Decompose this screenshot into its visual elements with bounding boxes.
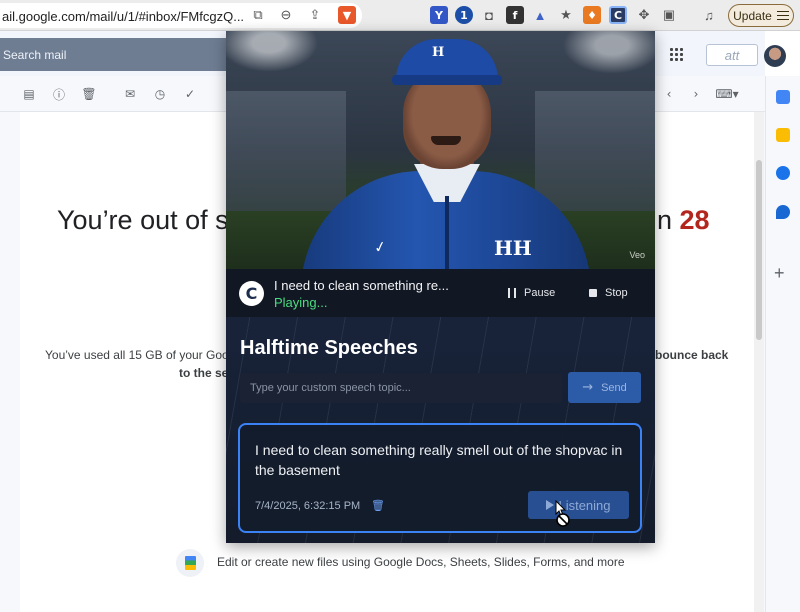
snooze-icon[interactable]: ◷ bbox=[153, 87, 167, 101]
stadium-stand-left bbox=[226, 91, 346, 211]
extension-star-icon[interactable]: ★ bbox=[557, 6, 575, 24]
cap-logo: H bbox=[432, 45, 445, 60]
playback-status: Playing... bbox=[274, 295, 328, 310]
storage-body-right: bounce back bbox=[655, 348, 729, 362]
play-icon bbox=[546, 500, 555, 510]
stop-button[interactable]: Stop bbox=[589, 283, 628, 303]
extension-v-icon[interactable]: Y bbox=[430, 6, 448, 24]
listen-button[interactable]: Listening bbox=[528, 491, 629, 519]
brave-shield-icon[interactable]: ▼ bbox=[338, 6, 356, 24]
delete-icon[interactable]: 🗑 bbox=[81, 87, 96, 101]
now-playing-bar: C I need to clean something re... Playin… bbox=[226, 269, 655, 317]
send-button[interactable]: → Send bbox=[568, 372, 641, 403]
zoom-out-icon[interactable]: ⊖ bbox=[277, 6, 295, 24]
extensions-puzzle-icon[interactable]: ✥ bbox=[635, 6, 653, 24]
app-logo-icon: C bbox=[239, 281, 264, 306]
update-button[interactable]: Update bbox=[728, 4, 794, 27]
stop-icon bbox=[589, 289, 597, 297]
browser-toolbar: ail.google.com/mail/u/1/#inbox/FMfcgzQ..… bbox=[0, 0, 800, 31]
report-spam-icon[interactable]: ⓘ bbox=[52, 87, 66, 102]
video-player[interactable]: H HH ✓ Veo bbox=[226, 31, 655, 269]
add-addon-icon[interactable]: + bbox=[774, 263, 785, 284]
archive-icon[interactable]: ▤ bbox=[22, 87, 36, 101]
arrow-right-icon: → bbox=[582, 380, 594, 395]
jacket-logo: HH bbox=[494, 236, 532, 260]
video-watermark: Veo bbox=[629, 250, 645, 260]
next-icon[interactable]: › bbox=[689, 87, 703, 101]
calendar-icon[interactable] bbox=[776, 90, 790, 104]
storage-days: 28 bbox=[679, 205, 710, 235]
share-icon[interactable]: ⇪ bbox=[306, 6, 324, 24]
tasks-icon[interactable] bbox=[776, 166, 790, 180]
page-title: Halftime Speeches bbox=[240, 337, 418, 359]
camera-icon[interactable]: ◘ bbox=[480, 6, 498, 24]
storage-body-left-line2: to the se bbox=[179, 366, 229, 380]
speech-timestamp: 7/4/2025, 6:32:15 PM bbox=[255, 500, 361, 512]
speech-history-item[interactable]: I need to clean something really smell o… bbox=[238, 423, 642, 533]
docs-promo-text: Edit or create new files using Google Do… bbox=[217, 555, 625, 569]
pause-label: Pause bbox=[524, 287, 556, 299]
reader-icon[interactable]: ▣ bbox=[660, 6, 678, 24]
coach-mouth bbox=[431, 136, 461, 145]
scrollbar-thumb[interactable] bbox=[756, 160, 762, 340]
extension-fire-icon[interactable]: ♦ bbox=[583, 6, 601, 24]
send-label: Send bbox=[601, 381, 627, 394]
keep-icon[interactable] bbox=[776, 128, 790, 142]
google-apps-icon[interactable] bbox=[670, 48, 684, 62]
halftime-speeches-popup: H HH ✓ Veo C I need to clean something r… bbox=[226, 31, 655, 543]
speech-topic-input[interactable] bbox=[240, 373, 562, 403]
stadium-stand-right bbox=[535, 91, 655, 211]
open-external-icon[interactable]: ⧉ bbox=[249, 6, 267, 24]
speech-composer: Halftime Speeches → Send I need to clean… bbox=[226, 317, 655, 543]
storage-title-prefix: n bbox=[657, 205, 680, 235]
media-control-icon[interactable]: ♫ bbox=[700, 6, 718, 24]
account-logo-text: att bbox=[724, 47, 740, 63]
search-placeholder: Search mail bbox=[3, 48, 67, 62]
pause-icon bbox=[508, 288, 516, 298]
not-allowed-cursor-icon bbox=[555, 500, 570, 527]
storage-body-left: You’ve used all 15 GB of your Google bbox=[45, 348, 245, 362]
extension-fx-icon[interactable]: f bbox=[506, 6, 524, 24]
add-task-icon[interactable]: ✓ bbox=[183, 87, 197, 101]
storage-title-right: n 28 bbox=[657, 205, 710, 236]
extension-c-icon[interactable]: C bbox=[609, 6, 627, 24]
trash-icon[interactable]: 🗑 bbox=[371, 499, 385, 512]
account-logo: att bbox=[706, 44, 758, 66]
coach-zipper bbox=[445, 196, 449, 269]
update-label: Update bbox=[733, 8, 772, 23]
extension-password-icon[interactable]: 1 bbox=[455, 6, 473, 24]
stop-label: Stop bbox=[605, 287, 628, 299]
google-docs-icon bbox=[176, 549, 204, 577]
mark-unread-icon[interactable]: ✉ bbox=[123, 87, 137, 101]
menu-icon bbox=[776, 11, 789, 20]
speech-text: I need to clean something really smell o… bbox=[255, 442, 623, 478]
pause-button[interactable]: Pause bbox=[508, 283, 555, 303]
avatar[interactable] bbox=[764, 45, 786, 67]
prev-icon[interactable]: ‹ bbox=[662, 87, 676, 101]
contacts-icon[interactable] bbox=[776, 205, 790, 219]
coach-cap-brim bbox=[392, 75, 502, 85]
storage-title-left: You’re out of st bbox=[57, 205, 237, 235]
keyboard-icon[interactable]: ⌨▾ bbox=[715, 87, 738, 101]
now-playing-title: I need to clean something re... bbox=[274, 278, 449, 293]
extension-triangle-icon[interactable]: ▲ bbox=[531, 6, 549, 24]
url-text: ail.google.com/mail/u/1/#inbox/FMfcgzQ..… bbox=[2, 9, 245, 24]
side-panel bbox=[765, 76, 800, 612]
